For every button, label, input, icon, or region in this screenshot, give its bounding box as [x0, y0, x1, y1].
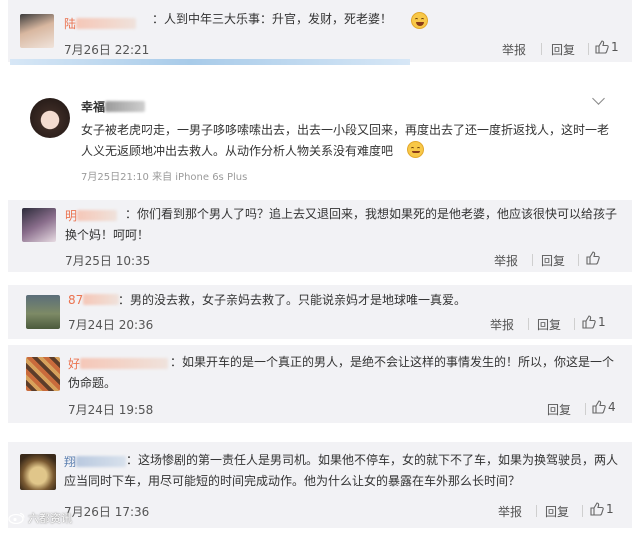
comment-card-2: 幸福 女子被老虎叼走，一男子哆哆嗦嗦出去，出去一小段又回来，再度出去了还一度折返… — [8, 84, 632, 188]
divider — [528, 318, 529, 330]
divider — [582, 505, 583, 517]
avatar[interactable] — [20, 14, 54, 48]
like-count: 1 — [606, 502, 614, 516]
commenter-name[interactable]: 幸福 — [81, 98, 146, 115]
comment-text: ：男的没去救，女子亲妈去救了。只能说亲妈才是地球唯一真爱。 — [118, 293, 467, 307]
like-button[interactable]: 1 — [595, 40, 619, 54]
divider — [578, 254, 579, 266]
thumbs-up-icon — [586, 251, 600, 265]
comment-time: 7月26日 17:36 — [64, 505, 150, 519]
avatar[interactable] — [22, 208, 56, 242]
like-count: 1 — [598, 315, 606, 329]
comment-time: 7月26日 22:21 — [64, 43, 150, 57]
report-button[interactable]: 举报 — [494, 252, 518, 269]
thumbs-up-icon — [582, 315, 596, 329]
comment-card-1: 陆 ：人到中年三大乐事：升官，发财，死老婆！ 7月26日 22:21 举报 回复… — [8, 0, 632, 62]
like-button[interactable]: 4 — [592, 400, 616, 414]
divider — [532, 254, 533, 266]
divider — [536, 505, 537, 517]
comment-card-5: 好 ：如果开车的是一个真正的男人，是绝不会让这样的事情发生的！所以，你这是一个伪… — [8, 345, 632, 423]
comment-time: 7月25日 10:35 — [65, 254, 151, 268]
smile-emoji-icon — [407, 141, 424, 158]
comment-card-6: 翔 ：这场惨剧的第一责任人是男司机。如果他不停车，女的就下不了车，如果为换驾驶员… — [8, 442, 632, 528]
weibo-logo-icon — [8, 512, 25, 524]
watermark-text: 六都资讯 — [28, 512, 72, 525]
comment-time: 7月24日 20:36 — [68, 318, 154, 332]
comment-card-4: 87 ：男的没去救，女子亲妈去救了。只能说亲妈才是地球唯一真爱。 7月24日 2… — [8, 285, 632, 339]
like-button[interactable]: 1 — [582, 315, 606, 329]
reply-button[interactable]: 回复 — [545, 503, 569, 520]
reply-button[interactable]: 回复 — [541, 252, 565, 269]
like-count: 1 — [611, 40, 619, 54]
commenter-name[interactable]: 87 — [68, 293, 120, 307]
comment-text: 女子被老虎叼走，一男子哆哆嗦嗦出去，出去一小段又回来，再度出去了还一度折返找人，… — [81, 123, 610, 158]
comment-text: ：这场惨剧的第一责任人是男司机。如果他不停车，女的就下不了车，如果为换驾驶员，两… — [64, 453, 619, 488]
comment-text: ：人到中年三大乐事：升官，发财，死老婆！ — [152, 12, 393, 26]
thumbs-up-icon — [590, 502, 604, 516]
like-count: 4 — [608, 400, 616, 414]
avatar[interactable] — [26, 295, 60, 329]
avatar[interactable] — [30, 98, 70, 138]
commenter-name[interactable]: 陆 — [64, 15, 137, 32]
reply-button[interactable]: 回复 — [537, 316, 561, 333]
divider — [574, 318, 575, 330]
comment-text: ：你们看到那个男人了吗？追上去又退回来，我想如果死的是他老婆，他应该很快可以给孩… — [65, 207, 618, 242]
highlight-bar — [10, 59, 410, 65]
report-button[interactable]: 举报 — [502, 41, 526, 58]
avatar[interactable] — [20, 454, 56, 490]
reply-button[interactable]: 回复 — [547, 401, 571, 418]
reply-button[interactable]: 回复 — [551, 41, 575, 58]
divider — [588, 43, 589, 55]
like-button[interactable] — [586, 251, 602, 265]
comment-time: 7月25日21:10 来自 iPhone 6s Plus — [81, 172, 248, 183]
comment-text: ：如果开车的是一个真正的男人，是绝不会让这样的事情发生的！所以，你这是一个伪命题… — [68, 355, 615, 390]
comment-card-3: 明 ：你们看到那个男人了吗？追上去又退回来，我想如果死的是他老婆，他应该很快可以… — [8, 200, 632, 272]
divider — [585, 403, 586, 415]
watermark: 六都资讯 — [8, 510, 72, 526]
report-button[interactable]: 举报 — [490, 316, 514, 333]
divider — [541, 43, 542, 55]
chevron-down-icon[interactable] — [592, 92, 605, 105]
report-button[interactable]: 举报 — [498, 503, 522, 520]
comment-time: 7月24日 19:58 — [68, 403, 154, 417]
thumbs-up-icon — [592, 400, 606, 414]
like-button[interactable]: 1 — [590, 502, 614, 516]
avatar[interactable] — [26, 357, 60, 391]
thumbs-up-icon — [595, 40, 609, 54]
laughing-emoji-icon — [411, 12, 428, 29]
